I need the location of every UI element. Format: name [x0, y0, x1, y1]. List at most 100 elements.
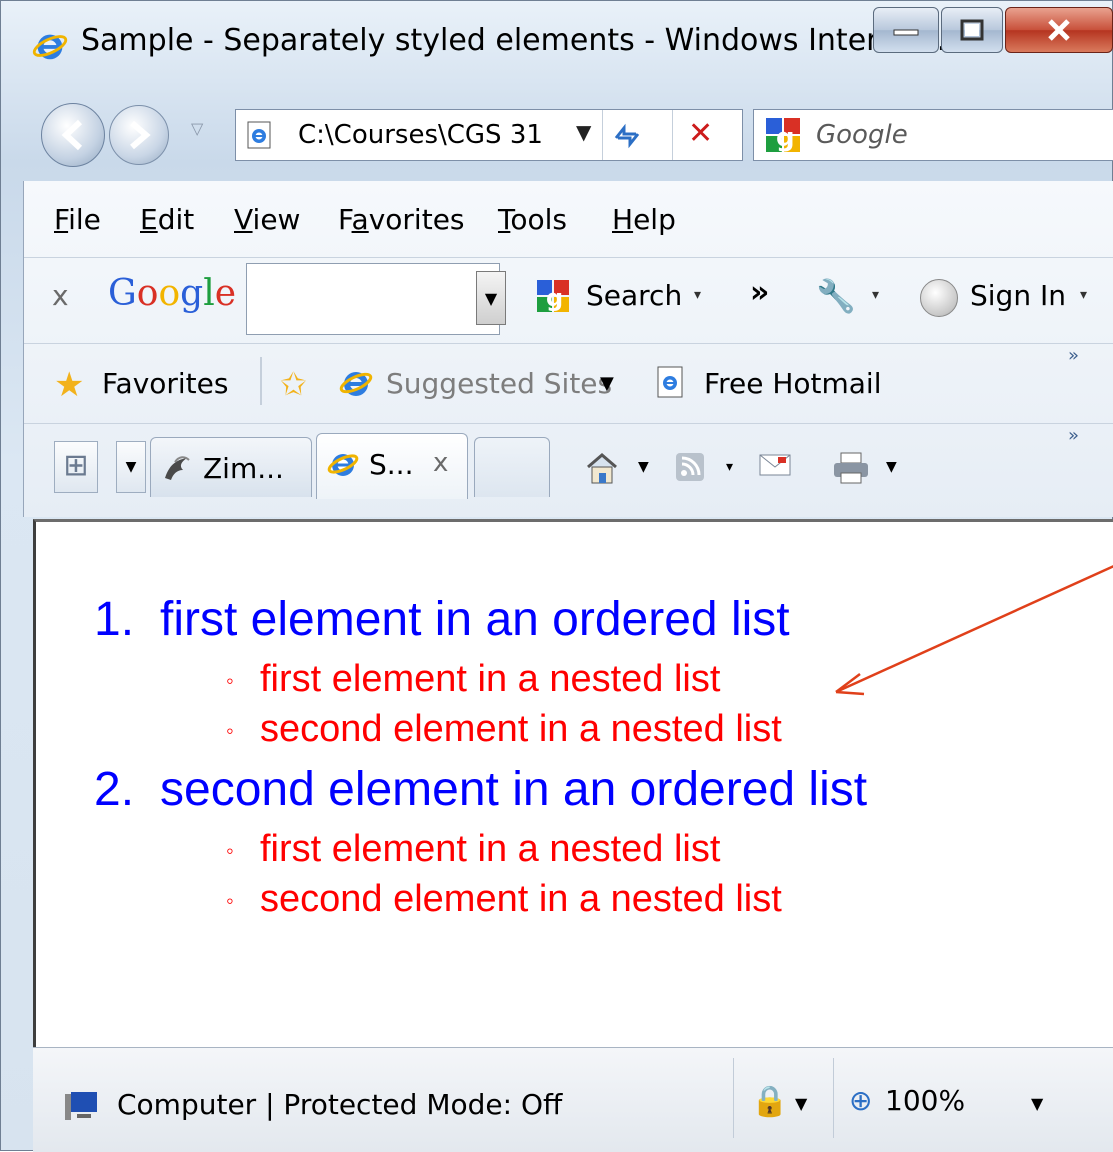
toolbar-overflow-chevron-icon[interactable]: »: [750, 275, 769, 310]
menu-view[interactable]: View: [234, 203, 300, 236]
menu-favorites[interactable]: Favorites: [338, 203, 465, 236]
recent-pages-dropdown[interactable]: ▽: [191, 119, 203, 138]
forward-button[interactable]: [109, 105, 169, 165]
divider: [602, 110, 603, 160]
close-icon: [1048, 19, 1070, 41]
menu-favorites-rest: vorites: [368, 203, 465, 236]
google-logo-letter: G: [108, 273, 137, 314]
divider: [672, 110, 673, 160]
tab-label: S...: [369, 448, 414, 481]
feeds-dropdown-icon[interactable]: ▾: [726, 459, 733, 475]
google-logo-letter: o: [136, 273, 159, 314]
ie-icon: [327, 454, 359, 476]
stop-button[interactable]: ✕: [688, 116, 713, 151]
menu-help-rest: elp: [633, 203, 676, 236]
suggested-sites-dropdown-icon[interactable]: ▼: [600, 373, 614, 394]
google-toolbar: x Google ▼ g Search ▾ » 🔧 ▾ Sign In ▾: [24, 257, 1113, 344]
page-icon: [657, 366, 683, 398]
refresh-icon[interactable]: [610, 120, 644, 150]
divider: [833, 1058, 834, 1138]
close-button[interactable]: [1005, 7, 1113, 53]
back-arrow-icon: [61, 119, 83, 151]
google-search-icon: g: [537, 280, 569, 312]
favorites-button[interactable]: Favorites: [102, 367, 228, 400]
google-toolbar-close-button[interactable]: x: [52, 279, 69, 312]
tab-close-button[interactable]: x: [433, 448, 448, 478]
page-content: 1. first element in an ordered list ◦ firs…: [33, 519, 1113, 1047]
forward-arrow-icon: [130, 120, 151, 150]
print-dropdown-icon[interactable]: ▼: [886, 459, 897, 475]
menu-edit-rest: dit: [157, 203, 195, 236]
free-hotmail-link[interactable]: Free Hotmail: [704, 367, 881, 400]
home-icon[interactable]: [584, 451, 620, 492]
ie-logo-icon: [32, 34, 68, 60]
tab-zim[interactable]: Zim...: [150, 437, 312, 497]
zoom-icon[interactable]: ⊕: [849, 1084, 872, 1117]
settings-dropdown-icon[interactable]: ▾: [872, 287, 879, 303]
google-logo-letter: o: [158, 273, 181, 314]
google-logo: Google: [108, 273, 236, 314]
divider: [733, 1058, 734, 1138]
minimize-button[interactable]: [873, 7, 939, 53]
tab-label: Zim...: [203, 452, 284, 485]
svg-text:g: g: [546, 284, 563, 312]
zoom-level[interactable]: 100%: [885, 1084, 965, 1117]
menu-favorites-prefix: F: [338, 203, 352, 236]
zone-status-text: Computer | Protected Mode: Off: [117, 1088, 563, 1121]
favorites-star-icon[interactable]: ★: [54, 365, 84, 405]
maximize-button[interactable]: [941, 7, 1003, 53]
search-options-dropdown-icon[interactable]: ▾: [694, 287, 701, 303]
google-search-button[interactable]: Search: [586, 279, 682, 312]
tab-sample[interactable]: S... x: [316, 433, 468, 499]
google-logo-letter: e: [214, 273, 237, 314]
zoom-dropdown-icon[interactable]: ▼: [1031, 1094, 1043, 1113]
window-controls: [873, 7, 1113, 53]
page-icon: [247, 121, 271, 149]
menu-favorites-accel: a: [351, 203, 369, 236]
back-button[interactable]: [41, 103, 105, 167]
divider: [260, 357, 262, 405]
sign-in-dropdown-icon[interactable]: ▾: [1080, 287, 1087, 303]
favorites-bar: ★ Favorites ✩ Suggested Sites ▼ Free Hot…: [24, 343, 1113, 424]
wrench-icon[interactable]: 🔧: [816, 277, 856, 315]
ucf-pegasus-icon: [165, 456, 190, 480]
print-icon[interactable]: [832, 451, 870, 492]
google-search-input[interactable]: [246, 263, 500, 335]
mail-icon[interactable]: [758, 451, 792, 486]
status-bar: Computer | Protected Mode: Off 🔒 ▼ ⊕ 100…: [33, 1047, 1113, 1152]
menu-help[interactable]: Help: [612, 203, 676, 236]
window-title: Sample - Separately styled elements - Wi…: [81, 23, 956, 58]
rss-feed-icon[interactable]: [674, 451, 706, 490]
add-to-favorites-bar-icon[interactable]: ✩: [280, 365, 307, 403]
tab-list-dropdown-icon[interactable]: ▼: [116, 441, 146, 493]
google-logo-letter: g: [180, 273, 204, 314]
browser-window: Sample - Separately styled elements - Wi…: [0, 0, 1113, 1152]
address-text[interactable]: C:\Courses\CGS 31: [298, 120, 543, 150]
menu-tools-rest: ools: [510, 203, 567, 236]
minimize-icon: [893, 29, 919, 36]
favorites-overflow-chevron-icon[interactable]: »: [1068, 345, 1079, 366]
maximize-icon: [960, 19, 984, 41]
home-dropdown-icon[interactable]: ▼: [638, 459, 649, 475]
title-bar: Sample - Separately styled elements - Wi…: [1, 1, 1113, 87]
menu-tools[interactable]: Tools: [498, 203, 567, 236]
new-tab-button[interactable]: [474, 437, 550, 497]
menu-edit[interactable]: Edit: [140, 203, 194, 236]
address-dropdown-icon[interactable]: ▼: [576, 120, 591, 144]
menu-file[interactable]: File: [54, 203, 101, 236]
ie-icon: [339, 372, 373, 396]
quick-tabs-icon[interactable]: ⊞: [54, 441, 98, 493]
svg-text:g: g: [776, 123, 795, 153]
sign-in-button[interactable]: Sign In: [970, 279, 1066, 312]
search-box[interactable]: g Google: [753, 109, 1113, 161]
menu-file-rest: ile: [68, 203, 101, 236]
address-bar[interactable]: C:\Courses\CGS 31 ▼ ✕: [235, 109, 743, 161]
google-search-history-dropdown[interactable]: ▼: [476, 271, 506, 325]
account-status-icon: [920, 279, 958, 317]
menu-file-accel: F: [54, 203, 69, 236]
security-dropdown-icon[interactable]: ▼: [795, 1094, 807, 1113]
command-bar-overflow-chevron-icon[interactable]: »: [1068, 425, 1079, 446]
suggested-sites-button[interactable]: Suggested Sites: [386, 367, 612, 400]
security-status-icon[interactable]: 🔒: [751, 1084, 788, 1119]
toolbar-area: File Edit View Favorites Tools Help x Go…: [23, 181, 1113, 517]
